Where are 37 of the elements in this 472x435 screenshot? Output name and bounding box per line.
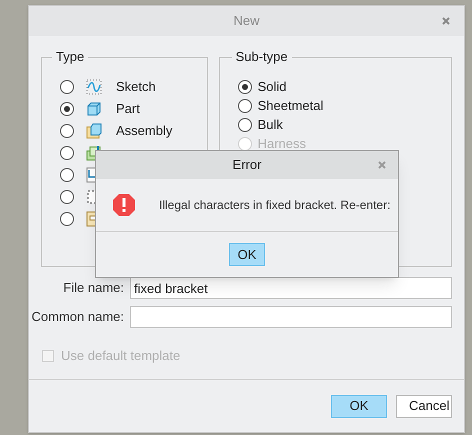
window-title: New [233,12,260,30]
radio-button[interactable] [238,80,252,94]
text-field[interactable]: fixed bracket [130,277,452,299]
radio-button[interactable] [238,99,252,113]
radio-button[interactable] [60,168,74,182]
format-icon [86,211,95,227]
assembly-icon [86,123,102,139]
radio-button[interactable] [60,80,74,94]
subtype-label: Harness [258,135,306,154]
checkbox-label: Use default template [61,347,180,365]
cube-icon [86,101,102,117]
subtype-label: Bulk [258,116,283,134]
field-label: File name: [62,279,125,298]
group-title: Sub-type [232,49,292,65]
radio-button[interactable] [60,212,74,226]
drawing-icon [86,167,95,183]
type-label: Assembly [116,122,172,140]
type-label: Part [116,100,140,118]
radio-button[interactable] [238,118,252,132]
radio-button[interactable] [60,190,74,204]
dialog-title: Error [232,156,262,174]
subtype-label: Solid [258,78,287,96]
ok-button[interactable]: OK [331,394,387,418]
ok-button[interactable]: OK [229,243,265,266]
error-icon [112,193,136,217]
type-label: Sketch [116,78,156,96]
group-title: Type [52,49,88,65]
field-label: Common name: [30,308,125,326]
close-icon[interactable] [442,17,450,25]
text-field[interactable] [130,306,452,328]
wave-icon [86,79,102,95]
subtype-label: Sheetmetal [258,97,324,116]
radio-button[interactable] [60,102,74,116]
radio-button[interactable] [60,124,74,138]
error-message: Illegal characters in fixed bracket. Re-enter: [159,197,390,214]
cancel-button[interactable]: Cancel [396,394,452,418]
radio-button[interactable] [60,146,74,160]
